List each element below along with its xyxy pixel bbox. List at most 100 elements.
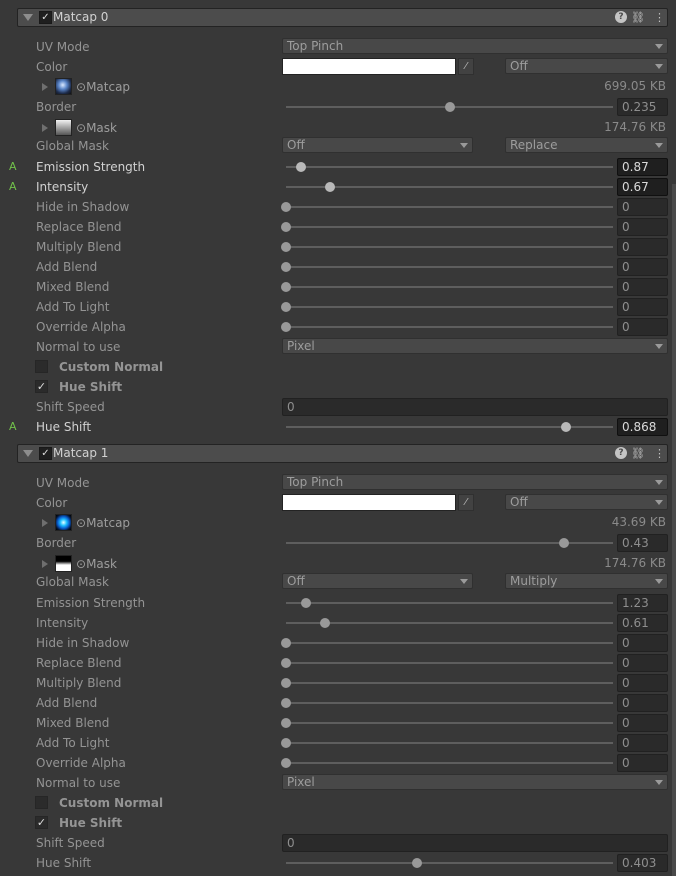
slider-track[interactable] <box>281 758 613 768</box>
value-field[interactable]: 0 <box>617 714 668 732</box>
slider-handle[interactable] <box>320 618 331 628</box>
link-icon[interactable]: ⛓ <box>631 11 645 24</box>
shift-speed-field[interactable]: 0 <box>282 834 668 852</box>
slider-handle[interactable] <box>281 282 291 292</box>
slider-handle[interactable] <box>324 182 335 192</box>
value-field[interactable]: 0.87 <box>617 158 668 176</box>
slider-track[interactable] <box>281 698 613 708</box>
value-field[interactable]: 0.868 <box>617 418 668 436</box>
value-field[interactable]: 0.61 <box>617 614 668 632</box>
value-field[interactable]: 0.67 <box>617 178 668 196</box>
uv-mode-dropdown[interactable]: Top Pinch <box>282 38 668 54</box>
mask-texture-thumbnail[interactable] <box>55 119 72 136</box>
eyedropper-icon[interactable]: ⁄ <box>458 58 474 75</box>
slider-handle[interactable] <box>560 422 571 432</box>
slider-handle[interactable] <box>281 678 291 688</box>
shift-speed-field[interactable]: 0 <box>282 398 668 416</box>
matcap-texture-thumbnail[interactable] <box>55 78 72 95</box>
global-mask-blend-dropdown[interactable]: Replace <box>505 137 668 153</box>
help-icon[interactable]: ? <box>615 447 627 459</box>
custom-normal-checkbox[interactable] <box>35 796 48 809</box>
more-options-icon[interactable]: ⋮ <box>654 447 665 460</box>
more-options-icon[interactable]: ⋮ <box>654 11 665 24</box>
value-field[interactable]: 0 <box>617 218 668 236</box>
value-field[interactable]: 0 <box>617 674 668 692</box>
slider-track[interactable] <box>281 222 613 232</box>
slider-handle[interactable] <box>281 658 291 668</box>
slider-track[interactable] <box>286 422 613 432</box>
slider-track[interactable] <box>281 322 613 332</box>
slider-track[interactable] <box>281 302 613 312</box>
slider-handle[interactable] <box>281 202 291 212</box>
slider-track[interactable] <box>281 738 613 748</box>
slider-handle[interactable] <box>281 302 291 312</box>
slider-track[interactable] <box>281 678 613 688</box>
texture-picker-icon[interactable]: ⊙ <box>76 80 86 94</box>
custom-normal-checkbox[interactable] <box>35 360 48 373</box>
slider-track[interactable] <box>286 182 613 192</box>
slider-track[interactable] <box>281 202 613 212</box>
value-field[interactable]: 1.23 <box>617 594 668 612</box>
value-field[interactable]: 0.235 <box>617 98 668 116</box>
slider-track[interactable] <box>281 262 613 272</box>
slider-track[interactable] <box>286 858 613 868</box>
texture-picker-icon[interactable]: ⊙ <box>76 121 86 135</box>
slider-handle[interactable] <box>558 538 569 548</box>
slider-track[interactable] <box>286 538 613 548</box>
expand-arrow-icon[interactable] <box>42 519 48 527</box>
slider-handle[interactable] <box>295 162 306 172</box>
value-field[interactable]: 0 <box>617 634 668 652</box>
normal-to-use-dropdown[interactable]: Pixel <box>282 338 668 354</box>
enable-checkbox[interactable]: ✓ <box>39 447 52 460</box>
hue-shift-checkbox[interactable]: ✓ <box>35 816 48 829</box>
slider-track[interactable] <box>286 102 613 112</box>
slider-track[interactable] <box>281 638 613 648</box>
slider-handle[interactable] <box>281 718 291 728</box>
slider-handle[interactable] <box>281 242 291 252</box>
foldout-arrow-icon[interactable] <box>23 450 33 457</box>
color-mode-dropdown[interactable]: Off <box>505 58 668 74</box>
slider-track[interactable] <box>281 718 613 728</box>
expand-arrow-icon[interactable] <box>42 560 48 568</box>
slider-handle[interactable] <box>281 638 291 648</box>
slider-track[interactable] <box>281 658 613 668</box>
value-field[interactable]: 0 <box>617 238 668 256</box>
slider-handle[interactable] <box>281 758 291 768</box>
value-field[interactable]: 0 <box>617 298 668 316</box>
value-field[interactable]: 0 <box>617 754 668 772</box>
value-field[interactable]: 0.403 <box>617 854 668 872</box>
slider-track[interactable] <box>286 598 613 608</box>
slider-handle[interactable] <box>281 322 291 332</box>
slider-handle[interactable] <box>444 102 455 112</box>
link-icon[interactable]: ⛓ <box>631 447 645 460</box>
value-field[interactable]: 0 <box>617 278 668 296</box>
slider-track[interactable] <box>286 162 613 172</box>
color-swatch[interactable] <box>282 494 456 511</box>
value-field[interactable]: 0 <box>617 694 668 712</box>
value-field[interactable]: 0 <box>617 198 668 216</box>
normal-to-use-dropdown[interactable]: Pixel <box>282 774 668 790</box>
expand-arrow-icon[interactable] <box>42 83 48 91</box>
hue-shift-checkbox[interactable]: ✓ <box>35 380 48 393</box>
matcap-header[interactable]: ✓ Matcap 1? ⛓ ⋮ <box>17 444 668 463</box>
value-field[interactable]: 0 <box>617 734 668 752</box>
enable-checkbox[interactable]: ✓ <box>39 11 52 24</box>
color-swatch[interactable] <box>282 58 456 75</box>
global-mask-dropdown[interactable]: Off <box>282 137 473 153</box>
inspector-scrollbar[interactable] <box>672 184 676 876</box>
slider-track[interactable] <box>281 242 613 252</box>
matcap-header[interactable]: ✓ Matcap 0? ⛓ ⋮ <box>17 8 668 27</box>
slider-handle[interactable] <box>281 222 291 232</box>
matcap-texture-thumbnail[interactable] <box>55 514 72 531</box>
value-field[interactable]: 0 <box>617 318 668 336</box>
mask-texture-thumbnail[interactable] <box>55 555 72 572</box>
slider-track[interactable] <box>286 618 613 628</box>
foldout-arrow-icon[interactable] <box>23 14 33 21</box>
slider-handle[interactable] <box>281 738 291 748</box>
eyedropper-icon[interactable]: ⁄ <box>458 494 474 511</box>
color-mode-dropdown[interactable]: Off <box>505 494 668 510</box>
texture-picker-icon[interactable]: ⊙ <box>76 557 86 571</box>
global-mask-dropdown[interactable]: Off <box>282 573 473 589</box>
slider-handle[interactable] <box>300 598 311 608</box>
help-icon[interactable]: ? <box>615 11 627 23</box>
